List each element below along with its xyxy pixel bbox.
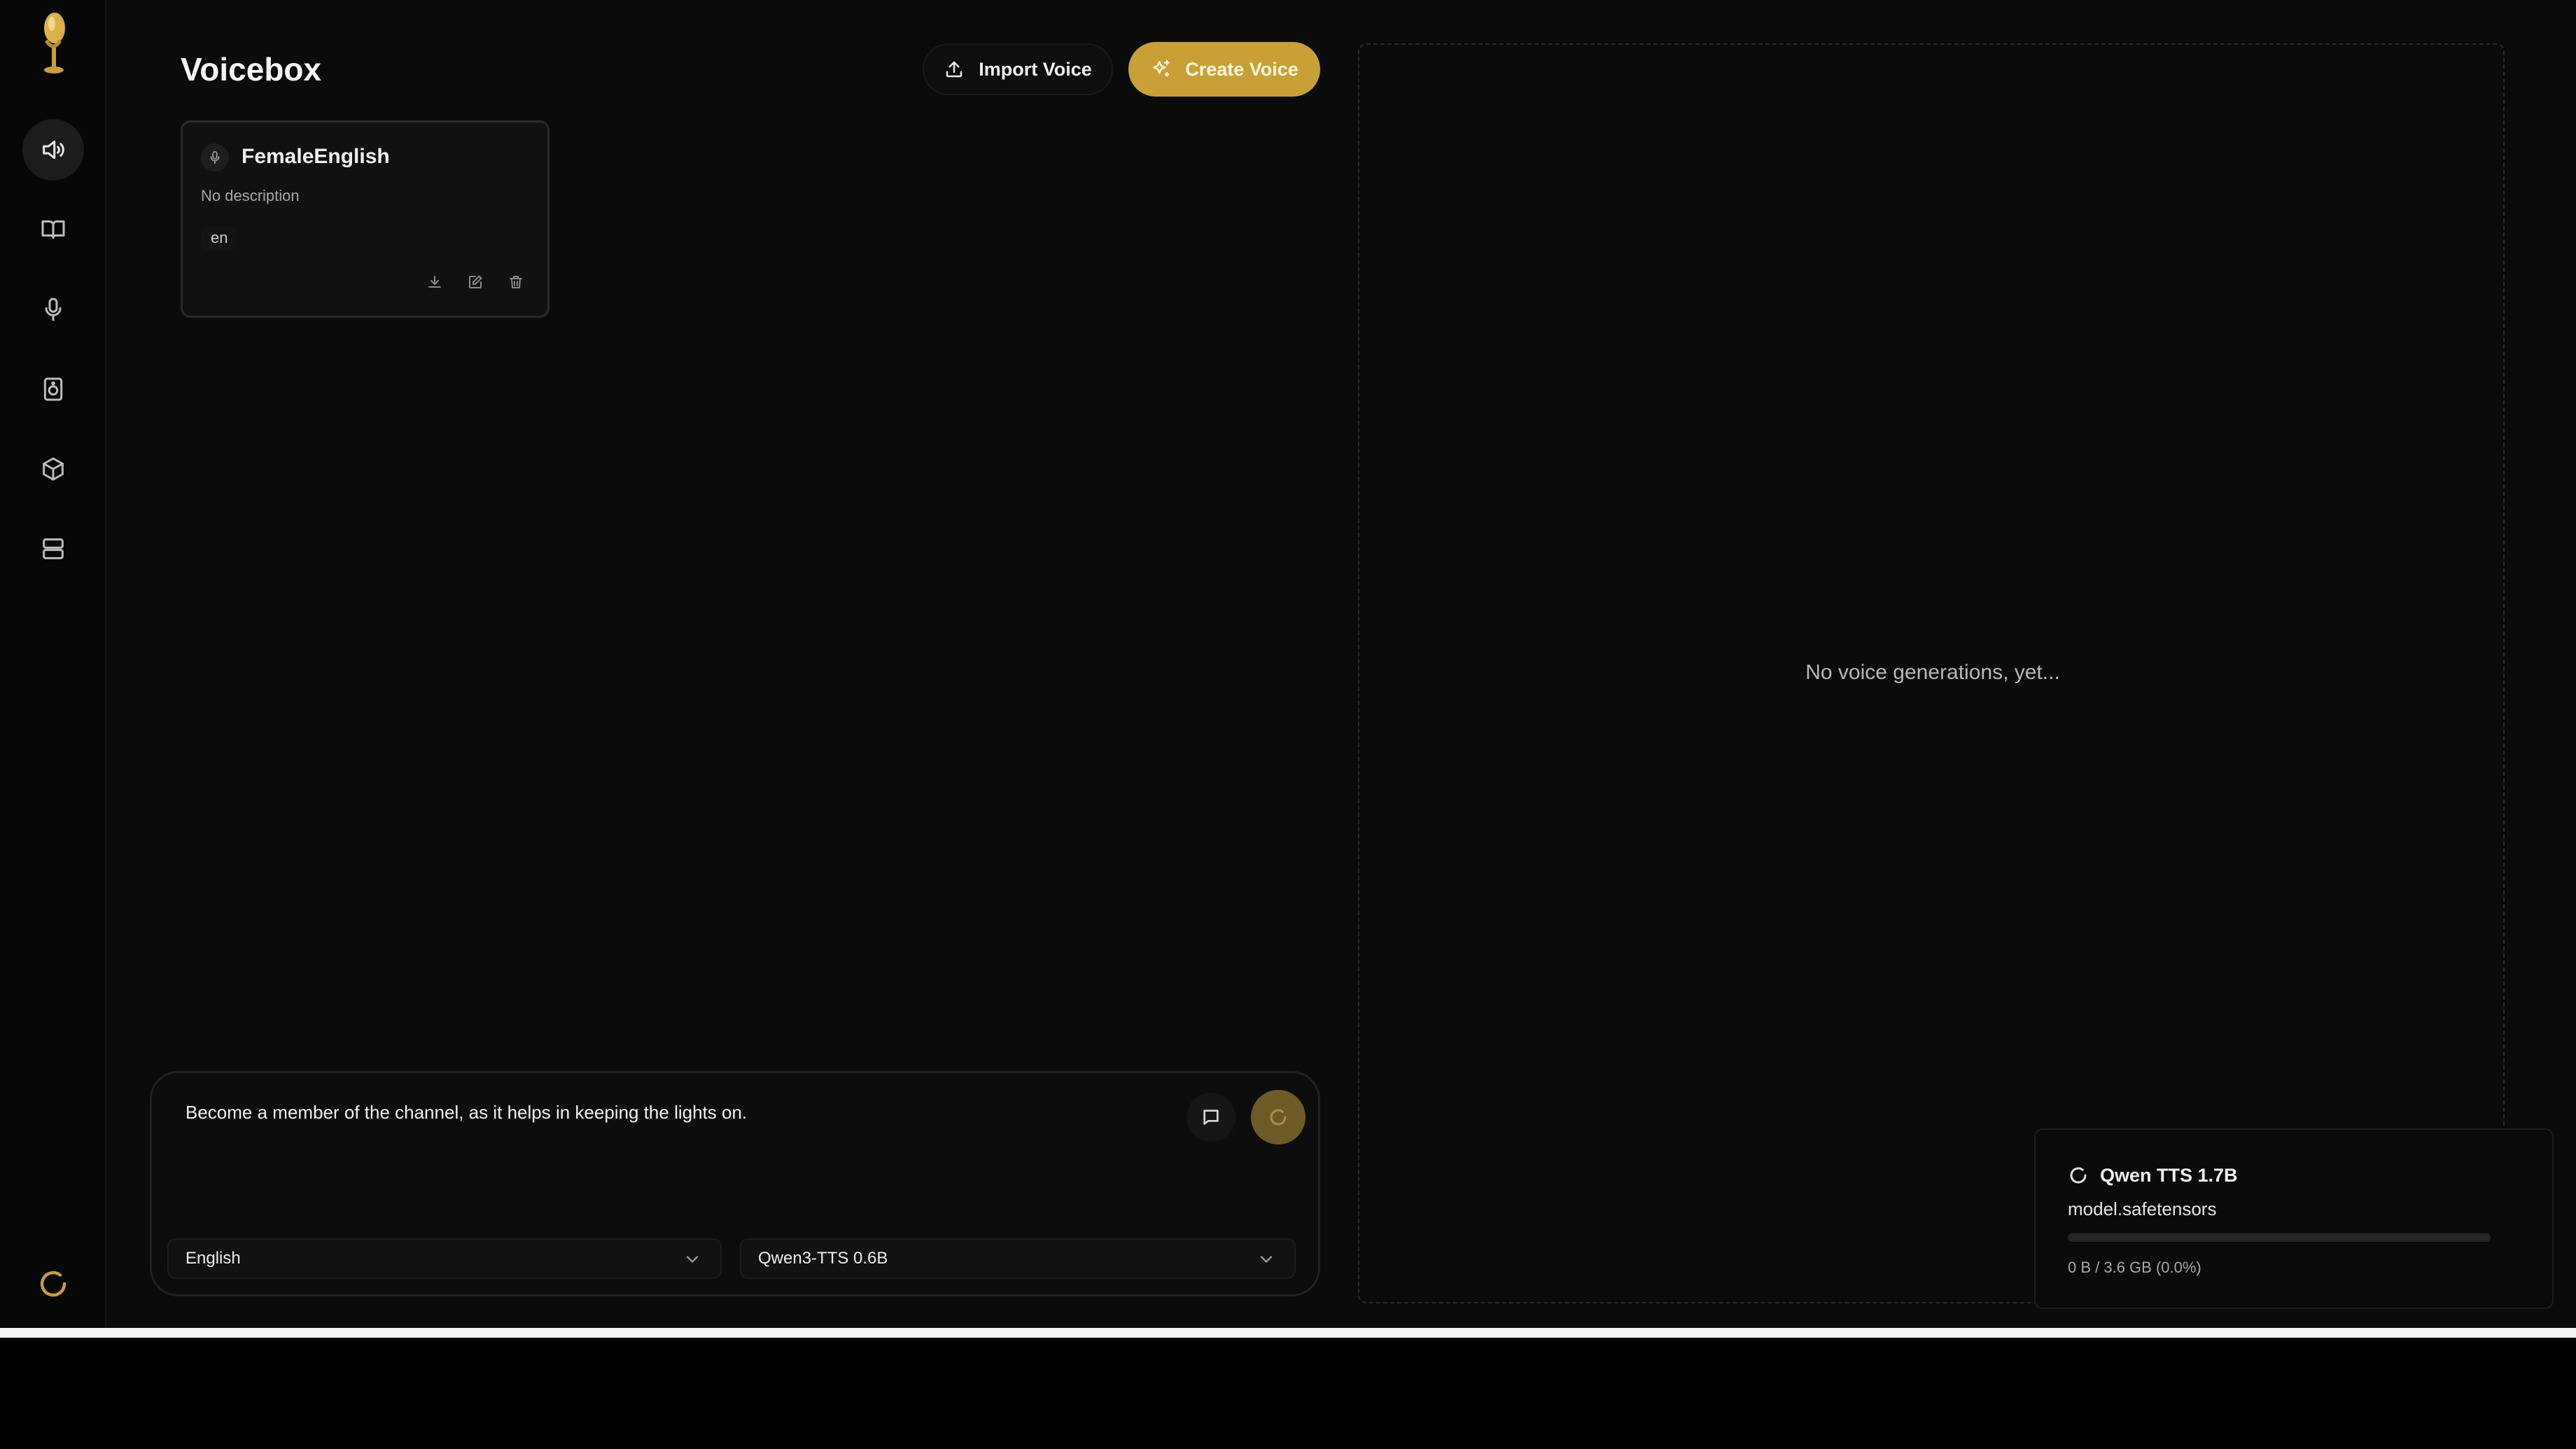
edit-voice-button[interactable] xyxy=(464,271,486,293)
audio-device-icon xyxy=(43,377,63,401)
generation-form: English Qwen3-TTS 0.6B xyxy=(150,1071,1320,1296)
sidebar-item-server[interactable] xyxy=(22,518,84,580)
page-title: Voicebox xyxy=(181,51,322,88)
voice-avatar xyxy=(201,144,229,172)
loading-spinner-icon xyxy=(40,1270,66,1297)
language-select-value: English xyxy=(186,1249,241,1268)
book-icon xyxy=(41,220,65,239)
download-progress-bar xyxy=(2068,1233,2491,1242)
server-icon xyxy=(43,538,64,559)
message-square-icon xyxy=(1203,1110,1219,1125)
microphone-logo-icon xyxy=(44,13,65,74)
upload-icon xyxy=(946,61,962,78)
language-select[interactable]: English xyxy=(167,1238,722,1279)
chevron-down-icon xyxy=(686,1256,699,1263)
generations-panel: No voice generations, yet... xyxy=(1358,43,2505,1303)
delete-voice-button[interactable] xyxy=(505,271,527,293)
loading-spinner-icon xyxy=(2070,1167,2087,1184)
loading-spinner-icon xyxy=(1270,1109,1287,1126)
box-icon xyxy=(43,457,64,481)
create-voice-label: Create Voice xyxy=(1185,58,1298,80)
import-voice-button[interactable]: Import Voice xyxy=(923,43,1113,95)
sidebar xyxy=(0,0,106,1328)
voicebox-logo[interactable] xyxy=(31,10,76,80)
voice-name: FemaleEnglish xyxy=(241,145,390,168)
app-window: Voicebox Import Voice Create Voice Femal… xyxy=(0,0,2576,1328)
download-size-text: 0 B / 3.6 GB (0.0%) xyxy=(2068,1259,2202,1276)
bottom-divider xyxy=(0,1328,2576,1338)
model-select-value: Qwen3-TTS 0.6B xyxy=(758,1249,888,1268)
import-voice-label: Import Voice xyxy=(979,58,1092,80)
sidebar-item-stories[interactable] xyxy=(22,199,84,260)
trash-icon xyxy=(510,276,522,288)
model-download-toast: Qwen TTS 1.7B model.safetensors 0 B / 3.… xyxy=(2034,1128,2554,1309)
export-voice-button[interactable] xyxy=(424,271,446,293)
voice-description: No description xyxy=(201,187,300,204)
sparkles-icon xyxy=(1153,59,1170,77)
speaker-icon xyxy=(43,140,64,160)
sidebar-item-models[interactable] xyxy=(22,438,84,500)
instruct-button[interactable] xyxy=(1186,1093,1236,1142)
edit-icon xyxy=(469,275,482,288)
download-model-name: Qwen TTS 1.7B xyxy=(2100,1165,2238,1186)
empty-generations-message: No voice generations, yet... xyxy=(1805,661,2060,684)
sidebar-item-voices[interactable] xyxy=(22,119,84,181)
microphone-icon xyxy=(210,150,220,164)
voice-card[interactable]: FemaleEnglish No description en xyxy=(181,120,550,318)
microphone-icon xyxy=(45,298,62,321)
prompt-input[interactable] xyxy=(184,1101,1164,1124)
chevron-down-icon xyxy=(1260,1256,1273,1263)
voice-language-badge: en xyxy=(201,226,238,250)
generate-button[interactable] xyxy=(1251,1090,1306,1144)
download-icon xyxy=(428,276,441,288)
model-select[interactable]: Qwen3-TTS 0.6B xyxy=(740,1238,1296,1279)
sidebar-item-record[interactable] xyxy=(22,279,84,340)
create-voice-button[interactable]: Create Voice xyxy=(1128,42,1320,97)
sidebar-item-audio[interactable] xyxy=(22,358,84,420)
bottom-area xyxy=(0,1338,2576,1449)
download-file-name: model.safetensors xyxy=(2068,1198,2217,1219)
